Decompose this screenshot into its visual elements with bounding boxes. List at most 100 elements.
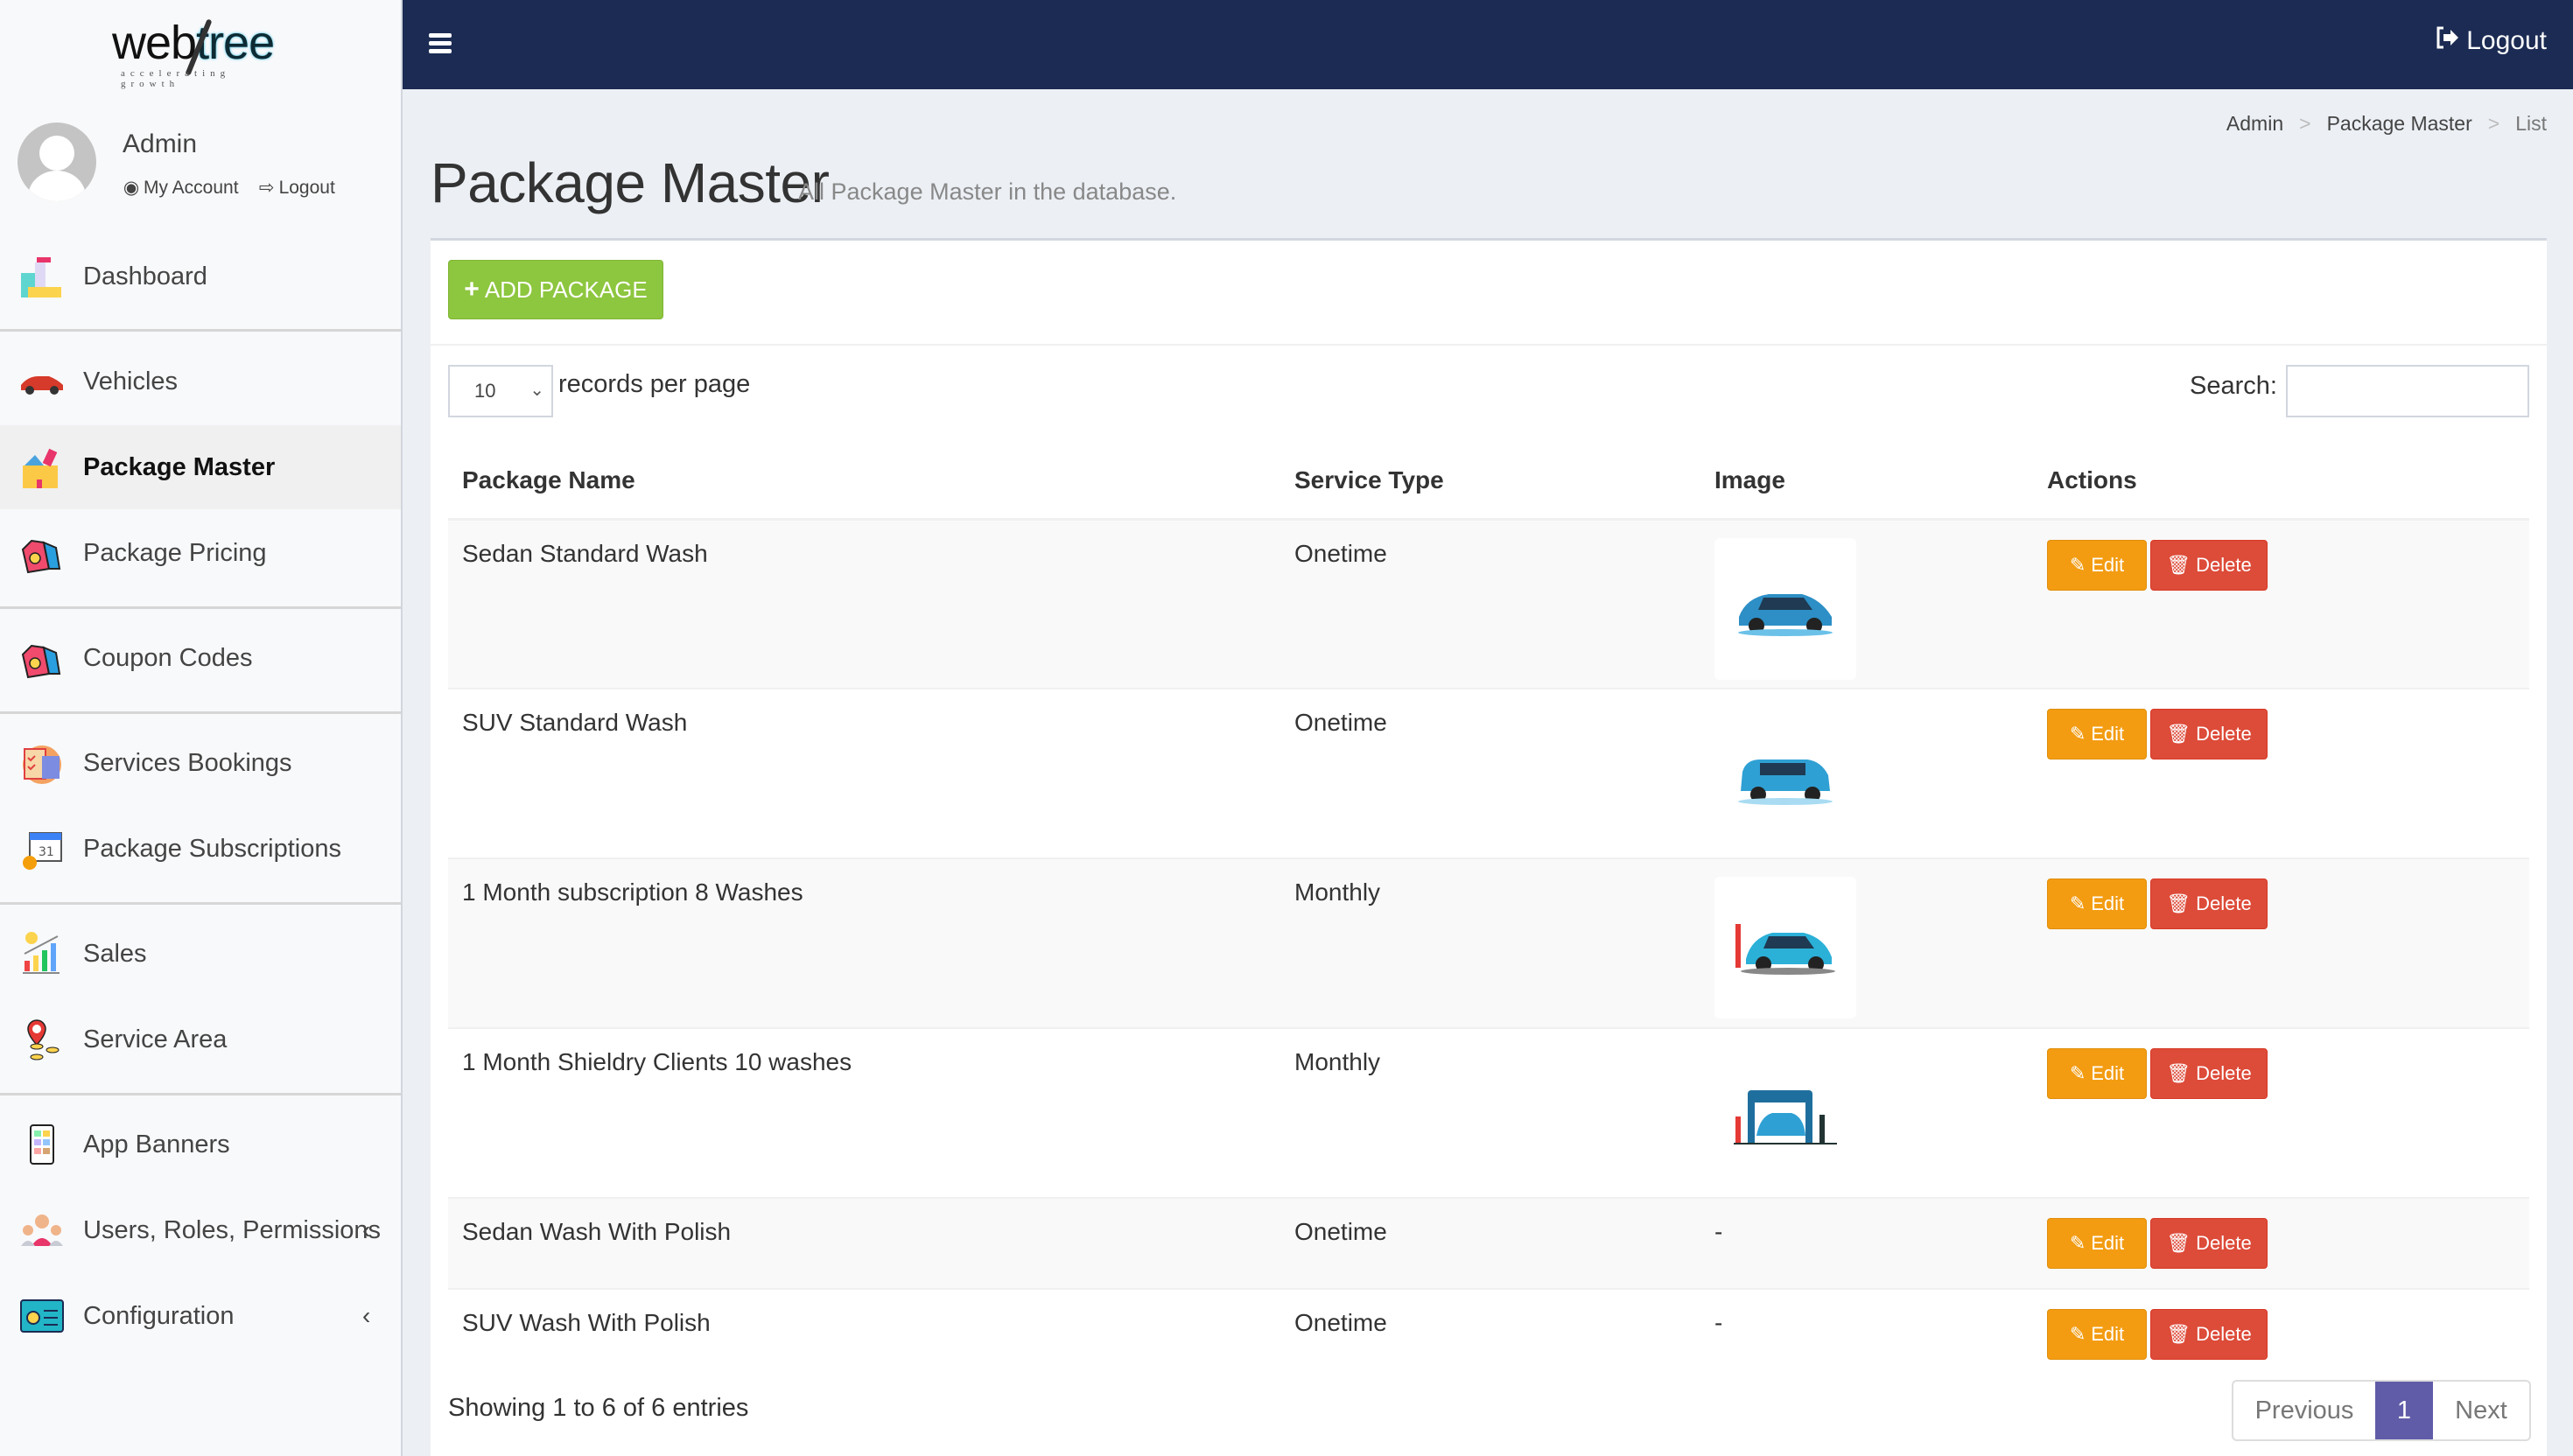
search-label: Search: [2190,372,2277,400]
delete-button[interactable]: 🗑 Delete [2150,709,2268,760]
clipboard-checklist-icon [19,740,65,786]
trash-icon: 🗑 [2166,892,2191,914]
box-header: + ADD PACKAGE [431,241,2547,346]
sidebar-logout-link[interactable]: ⇨ Logout [258,177,335,199]
sidebar-item-app-banners[interactable]: App Banners [0,1102,401,1186]
edit-icon: ✎ [2069,1232,2086,1254]
avatar [18,122,96,201]
sidebar-item-package-subscriptions[interactable]: 31 Package Subscriptions [0,807,401,891]
sign-out-icon [2435,26,2459,56]
edit-icon: ✎ [2069,1323,2086,1345]
plus-icon: + [464,275,480,304]
breadcrumb-package-master[interactable]: Package Master [2327,112,2472,136]
nav-divider [0,1093,401,1096]
package-name-cell: 1 Month Shieldry Clients 10 washes [448,1027,1280,1198]
dashboard-cleaning-icon [19,254,65,299]
sidebar-item-dashboard[interactable]: Dashboard [0,234,401,318]
edit-icon: ✎ [2069,892,2086,914]
package-name-cell: Sedan Standard Wash [448,518,1280,689]
edit-button[interactable]: ✎ Edit [2047,1309,2147,1360]
nav-divider [0,329,401,332]
pagination-previous[interactable]: Previous [2233,1382,2375,1439]
sidebar-item-users-roles-permissions[interactable]: Users, Roles, Permissions ‹ [0,1188,401,1272]
breadcrumb-current: List [2515,112,2547,135]
service-type-cell: Onetime [1280,1288,1700,1380]
chevron-left-icon[interactable]: ‹ [362,1216,370,1244]
hamburger-menu-icon[interactable] [429,33,452,54]
nav-divider [0,711,401,714]
trash-icon: 🗑 [2166,1062,2191,1084]
package-name-cell: SUV Standard Wash [448,688,1280,858]
delete-button[interactable]: 🗑 Delete [2150,878,2268,929]
nav-divider [0,902,401,905]
pagination-page-1[interactable]: 1 [2375,1382,2433,1439]
edit-button[interactable]: ✎ Edit [2047,1218,2147,1269]
column-header-service-type[interactable]: Service Type [1280,444,1700,521]
service-type-cell: Onetime [1280,1197,1700,1289]
map-pin-icon [19,1017,65,1062]
sidebar-item-sales[interactable]: Sales [0,912,401,996]
coupon-tag-icon [19,635,65,681]
image-placeholder: - [1700,1197,2033,1289]
nav-divider [0,606,401,609]
table-row: 1 Month Shieldry Clients 10 washes Month… [448,1027,2529,1198]
top-navbar: Logout [403,0,2573,89]
table-row: 1 Month subscription 8 Washes Monthly ✎ E… [448,858,2529,1028]
column-header-package-name[interactable]: Package Name [448,444,1280,521]
table-row: SUV Standard Wash Onetime ✎ Edit 🗑 Delete [448,688,2529,858]
package-list-box: + ADD PACKAGE 10 ⌄ records per page Sear… [431,238,2547,1456]
service-type-cell: Monthly [1280,858,1700,1028]
table-row: SUV Wash With Polish Onetime - ✎ Edit 🗑 Del… [448,1288,2529,1380]
sidebar: webtree accelerating growth Admin ◉ My Ac… [0,0,403,1456]
suv-wash-image [1714,707,1856,849]
mobile-app-icon [19,1122,65,1167]
sidebar-item-coupon-codes[interactable]: Coupon Codes [0,616,401,700]
breadcrumb: Admin > Package Master > List [2226,112,2547,136]
add-package-button[interactable]: + ADD PACKAGE [448,260,663,319]
packages-table: Package Name Service Type Image Actions … [448,444,2529,1380]
table-header-row: Package Name Service Type Image Actions [448,444,2529,521]
pagination-next[interactable]: Next [2433,1382,2529,1439]
edit-button[interactable]: ✎ Edit [2047,709,2147,760]
page-title: Package Master [431,151,830,214]
search-input[interactable] [2286,365,2529,417]
price-tag-icon [19,530,65,576]
settings-panel-icon [19,1293,65,1339]
edit-button[interactable]: ✎ Edit [2047,539,2147,591]
table-info: Showing 1 to 6 of 6 entries [448,1394,749,1422]
header-logout-button[interactable]: Logout [2435,26,2547,56]
page-length-select[interactable]: 10 ⌄ [448,365,553,417]
delete-button[interactable]: 🗑 Delete [2150,1218,2268,1269]
trash-icon: 🗑 [2166,1323,2191,1345]
sidebar-item-service-area[interactable]: Service Area [0,998,401,1082]
delete-button[interactable]: 🗑 Delete [2150,1048,2268,1099]
car-icon [19,359,65,404]
breadcrumb-admin[interactable]: Admin [2226,112,2283,136]
service-type-cell: Onetime [1280,518,1700,689]
page-length-label: records per page [558,370,751,398]
column-header-image[interactable]: Image [1700,444,2033,521]
brand-tagline: accelerating growth [121,68,231,89]
service-type-cell: Onetime [1280,688,1700,858]
brand-logo[interactable]: webtree accelerating growth [112,16,296,89]
delete-button[interactable]: 🗑 Delete [2150,1309,2268,1360]
sidebar-item-configuration[interactable]: Configuration ‹ [0,1274,401,1358]
package-name-cell: SUV Wash With Polish [448,1288,1280,1380]
my-account-link[interactable]: ◉ My Account [123,177,239,199]
sidebar-item-vehicles[interactable]: Vehicles [0,340,401,424]
edit-button[interactable]: ✎ Edit [2047,878,2147,929]
delete-button[interactable]: 🗑 Delete [2150,539,2268,591]
edit-icon: ✎ [2069,1062,2086,1084]
chevron-left-icon[interactable]: ‹ [362,1302,370,1330]
brand-name-part1: web [112,17,197,69]
table-row: Sedan Standard Wash Onetime ✎ Edit 🗑 Delete [448,518,2529,689]
sedan-wash-image [1714,537,1856,680]
trash-icon: 🗑 [2166,1232,2191,1254]
table-row: Sedan Wash With Polish Onetime - ✎ Edit 🗑 D… [448,1197,2529,1289]
edit-button[interactable]: ✎ Edit [2047,1048,2147,1099]
sidebar-item-package-pricing[interactable]: Package Pricing [0,511,401,595]
calendar-coin-icon: 31 [19,826,65,872]
sidebar-item-services-bookings[interactable]: Services Bookings [0,721,401,805]
user-panel: Admin ◉ My Account ⇨ Logout [18,121,394,208]
sidebar-item-package-master[interactable]: Package Master [0,425,401,509]
